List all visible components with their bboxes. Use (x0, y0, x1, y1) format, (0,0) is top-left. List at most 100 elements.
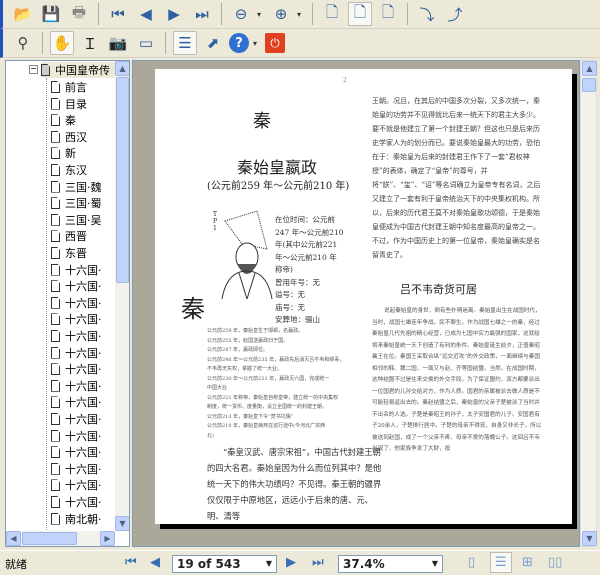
fit-width-icon[interactable]: 🗋 (376, 2, 400, 26)
scroll-down-icon[interactable]: ▼ (582, 531, 597, 546)
zoom-in-icon[interactable]: ⊕ (269, 2, 293, 26)
scroll-up-icon[interactable]: ▲ (582, 61, 597, 76)
next-page-button[interactable]: ▶ (286, 555, 296, 570)
tree-item[interactable]: 十六国· (51, 411, 116, 427)
actual-size-icon[interactable]: 🗋 (320, 2, 344, 26)
status-text: 就绪 (5, 558, 27, 571)
tree-item-label: 三国·吴 (65, 213, 102, 227)
previous-page-icon[interactable]: ◀ (134, 2, 158, 26)
tree-item[interactable]: 十六国· (51, 262, 116, 278)
tree-item[interactable]: 三国·吴 (51, 212, 116, 228)
document-icon (51, 147, 60, 160)
rotate-clockwise-icon[interactable]: ⤵ (415, 2, 439, 26)
document-icon (51, 446, 60, 459)
facing-continuous-view-icon[interactable]: ⊞ (522, 555, 533, 570)
tree-item[interactable]: 十六国· (51, 328, 116, 344)
tree-item[interactable]: 十六国· (51, 378, 116, 394)
tree-item-label: 十六国· (65, 413, 102, 426)
page-number-input[interactable]: 19 of 543 ▼ (172, 555, 277, 573)
tree-item[interactable]: 新 (51, 145, 116, 161)
annotate-icon[interactable]: ▭ (134, 31, 158, 55)
bookmarks-panel-icon[interactable]: ☰ (173, 31, 197, 55)
tree-item[interactable]: 十六国· (51, 494, 116, 510)
last-page-icon[interactable]: ⏭ (190, 2, 214, 26)
chevron-down-icon[interactable]: ▾ (257, 10, 265, 19)
previous-page-button[interactable]: ◀ (150, 555, 160, 570)
tree-item[interactable]: 十六国· (51, 295, 116, 311)
document-icon (51, 496, 60, 508)
info-block: 在位时间：公元前 247 年～公元前210 年(其中公元前221 年～公元前210 年… (275, 214, 344, 327)
continuous-view-icon[interactable]: ☰ (490, 552, 512, 573)
last-page-button[interactable]: ⏭ (312, 555, 324, 570)
chevron-down-icon[interactable]: ▼ (432, 559, 438, 568)
tree-item[interactable]: 十六国· (51, 361, 116, 377)
tree-item[interactable]: 十六国· (51, 345, 116, 361)
scroll-thumb[interactable] (22, 532, 77, 545)
tree-vertical-scrollbar[interactable]: ▲ ▼ (115, 61, 129, 531)
scroll-down-icon[interactable]: ▼ (115, 516, 129, 531)
tree-item[interactable]: 东汉 (51, 162, 116, 178)
tree-item[interactable]: 东晋 (51, 245, 116, 261)
tree-item[interactable]: 目录 (51, 96, 116, 112)
document-icon (51, 396, 60, 409)
chevron-down-icon[interactable]: ▾ (253, 39, 261, 48)
tree-item[interactable]: 十六国· (51, 444, 116, 460)
facing-view-icon[interactable]: ▯▯ (548, 555, 562, 570)
help-icon[interactable]: ? (229, 33, 249, 53)
tree-item[interactable]: 十六国· (51, 461, 116, 477)
tree-line (46, 78, 47, 546)
document-icon (51, 164, 60, 176)
text-line: 制度，统一货币、度量衡，设立全国统一的封建王朝。 (207, 404, 328, 410)
tree-item[interactable]: 秦 (51, 112, 116, 128)
open-icon[interactable]: 📂 (11, 2, 35, 26)
tree-item[interactable]: 前言 (51, 79, 116, 95)
first-page-button[interactable]: ⏮ (125, 555, 137, 570)
save-icon[interactable]: 💾 (39, 2, 63, 26)
text-line: 公元前259 年，秦始皇生于邯郸，名赢政。 (207, 328, 304, 334)
tree-item[interactable]: 南北朝· (51, 511, 116, 527)
zoom-out-icon[interactable]: ⊖ (229, 2, 253, 26)
tree-item[interactable]: 三国·蜀 (51, 195, 116, 211)
exit-icon[interactable]: ⏻ (265, 33, 285, 53)
zoom-input[interactable]: 37.4% ▼ (338, 555, 443, 573)
fullscreen-icon[interactable]: ⬈ (201, 31, 225, 55)
find-icon[interactable]: ⚲ (11, 31, 35, 55)
tree-item[interactable]: 十六国· (51, 311, 116, 327)
dynasty-heading: 秦 (253, 111, 271, 132)
tree-item[interactable]: 十六国· (51, 428, 116, 444)
scroll-up-icon[interactable]: ▲ (115, 61, 129, 76)
document-icon (51, 213, 60, 226)
next-page-icon[interactable]: ▶ (162, 2, 186, 26)
tree-item[interactable]: 十六国· (51, 477, 116, 493)
tree-root[interactable]: 中国皇帝传 (41, 62, 121, 78)
scroll-right-icon[interactable]: ▶ (100, 531, 115, 546)
chevron-down-icon[interactable]: ▼ (266, 559, 272, 568)
first-page-icon[interactable]: ⏮ (106, 2, 130, 26)
tree-item[interactable]: 西晋 (51, 228, 116, 244)
chevron-down-icon[interactable]: ▾ (297, 10, 305, 19)
single-page-view-icon[interactable]: ▯ (468, 555, 475, 570)
tree-item-label: 十六国· (65, 296, 102, 310)
document-view[interactable]: 2 秦 秦始皇嬴政 (公元前259 年～公元前210 年) T P 1 在位时间… (132, 60, 580, 547)
tree-item[interactable]: 十六国· (51, 278, 116, 294)
scroll-left-icon[interactable]: ◀ (6, 531, 21, 546)
tree-item-label: 西晋 (65, 230, 87, 244)
rotate-counterclockwise-icon[interactable]: ⤴ (443, 2, 467, 26)
divider (42, 32, 43, 54)
snapshot-icon[interactable]: 📷 (106, 31, 130, 55)
hand-tool-icon[interactable]: ✋ (50, 31, 74, 55)
scroll-thumb[interactable] (582, 78, 596, 92)
tree-item[interactable]: 西汉 (51, 129, 116, 145)
tree-horizontal-scrollbar[interactable]: ◀ ▶ (6, 531, 115, 546)
view-vertical-scrollbar[interactable]: ▲ ▼ (580, 60, 597, 547)
fit-page-icon[interactable]: 🗋 (348, 2, 372, 26)
tree-item[interactable]: 十六国· (51, 394, 116, 410)
scroll-thumb[interactable] (116, 77, 129, 283)
divider (312, 3, 313, 25)
document-icon (41, 64, 50, 76)
print-icon[interactable]: 🖶 (67, 2, 91, 26)
text-select-icon[interactable]: Ｉ (78, 31, 102, 55)
tree-item[interactable]: 三国·魏 (51, 179, 116, 195)
document-icon (51, 97, 60, 110)
collapse-icon[interactable]: − (29, 65, 38, 74)
